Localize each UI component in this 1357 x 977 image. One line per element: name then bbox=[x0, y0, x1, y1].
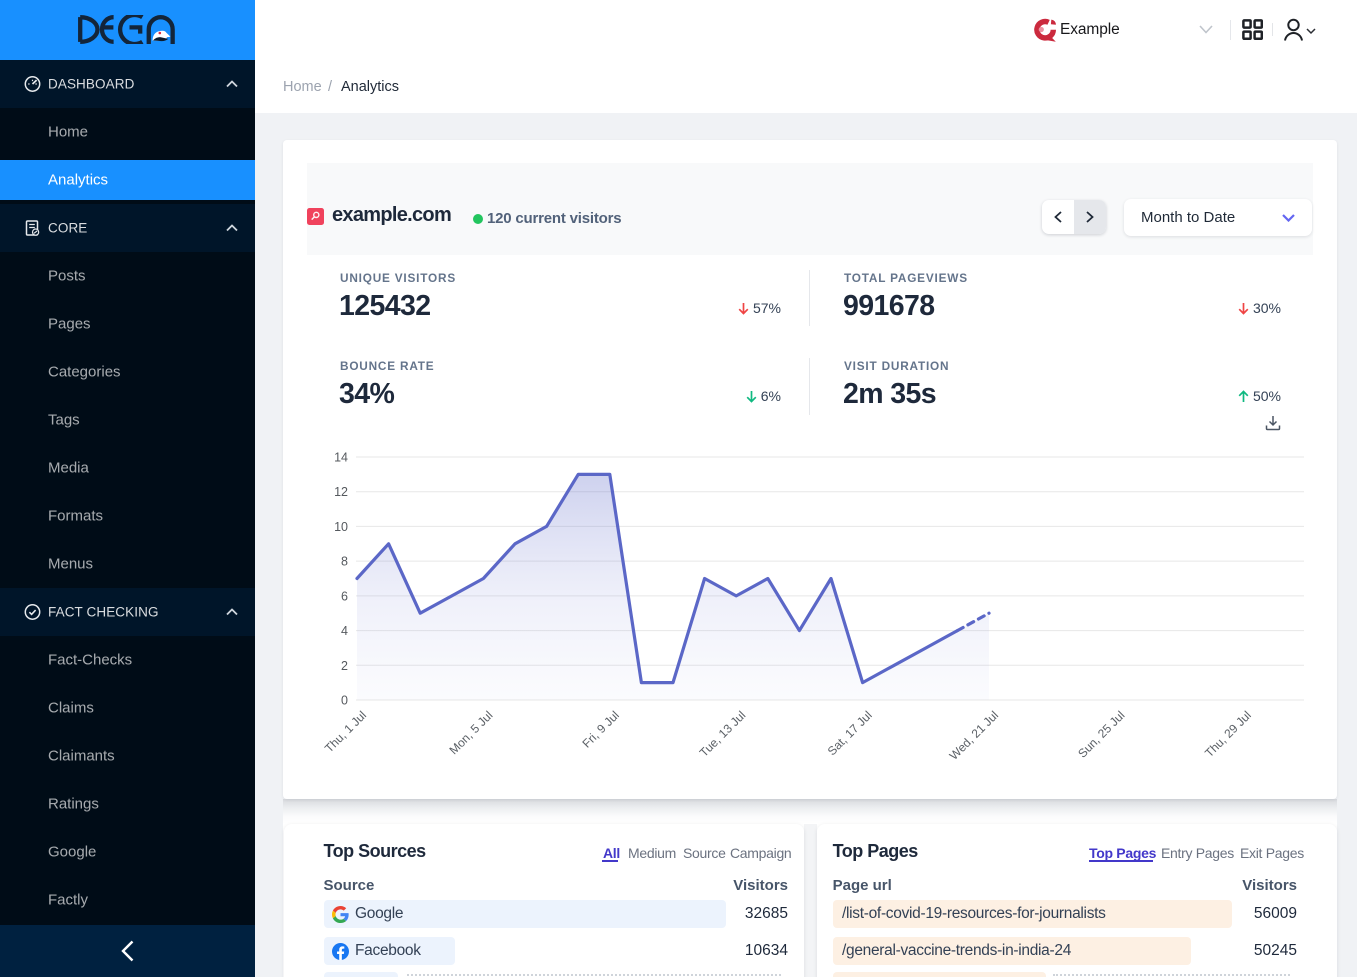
svg-text:0: 0 bbox=[341, 694, 348, 708]
svg-text:10: 10 bbox=[334, 520, 348, 534]
svg-text:Tue, 13 Jul: Tue, 13 Jul bbox=[697, 708, 749, 760]
svg-text:Thu, 29 Jul: Thu, 29 Jul bbox=[1202, 708, 1254, 760]
svg-text:12: 12 bbox=[334, 485, 348, 499]
svg-text:Sun, 25 Jul: Sun, 25 Jul bbox=[1075, 708, 1127, 760]
svg-text:4: 4 bbox=[341, 624, 348, 638]
svg-text:Mon, 5 Jul: Mon, 5 Jul bbox=[446, 708, 495, 757]
svg-text:Thu, 1 Jul: Thu, 1 Jul bbox=[322, 708, 369, 755]
svg-text:Sat, 17 Jul: Sat, 17 Jul bbox=[825, 708, 875, 758]
svg-text:Wed, 21 Jul: Wed, 21 Jul bbox=[947, 708, 1002, 763]
svg-text:2: 2 bbox=[341, 659, 348, 673]
svg-text:8: 8 bbox=[341, 555, 348, 569]
svg-text:14: 14 bbox=[334, 451, 348, 465]
svg-text:6: 6 bbox=[341, 589, 348, 603]
svg-text:Fri, 9 Jul: Fri, 9 Jul bbox=[579, 708, 621, 750]
